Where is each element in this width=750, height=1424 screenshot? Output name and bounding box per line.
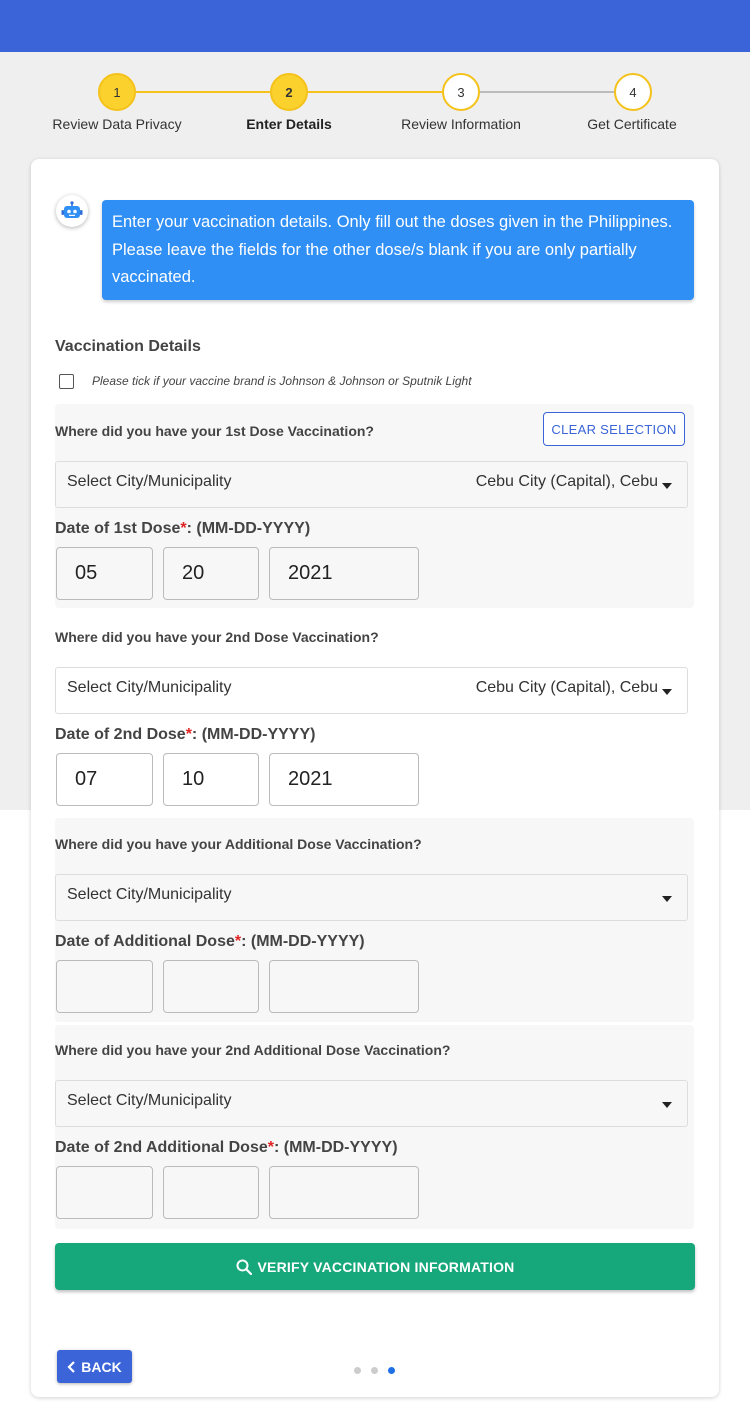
- step-1-label: Review Data Privacy: [52, 116, 182, 132]
- step-2-circle: 2: [270, 73, 308, 111]
- dose-4-question: Where did you have your 2nd Additional D…: [55, 1042, 451, 1058]
- dose-4-month-input[interactable]: [56, 1166, 153, 1219]
- robot-icon: [56, 195, 88, 227]
- pagination-dot-active: [388, 1367, 395, 1374]
- dose-1-month-input[interactable]: 05: [56, 547, 153, 600]
- chevron-down-icon: [662, 483, 672, 489]
- single-dose-checkbox[interactable]: [59, 374, 74, 389]
- dose-1-year-input[interactable]: 2021: [269, 547, 419, 600]
- section-title: Vaccination Details: [55, 338, 201, 355]
- dose-3-day-input[interactable]: [163, 960, 259, 1013]
- dose-4-date-label: Date of 2nd Additional Dose*: (MM-DD-YYY…: [55, 1139, 398, 1156]
- clear-selection-button[interactable]: CLEAR SELECTION: [543, 412, 685, 446]
- step-4-label: Get Certificate: [587, 116, 677, 132]
- step-2-label: Enter Details: [246, 116, 332, 132]
- dose-4-city-select[interactable]: Select City/Municipality: [55, 1080, 688, 1127]
- back-button-label: BACK: [81, 1358, 122, 1375]
- chevron-left-icon: [67, 1360, 76, 1373]
- dose-1-question: Where did you have your 1st Dose Vaccina…: [55, 423, 374, 439]
- pagination-dots: [354, 1367, 395, 1374]
- dose-2-day-input[interactable]: 10: [163, 753, 259, 806]
- select-placeholder: Select City/Municipality: [67, 473, 232, 490]
- dose-3-year-input[interactable]: [269, 960, 419, 1013]
- search-icon: [236, 1259, 252, 1275]
- step-3-label: Review Information: [401, 116, 521, 132]
- dose-2-city-select[interactable]: Select City/Municipality Cebu City (Capi…: [55, 667, 688, 714]
- dose-2-month-input[interactable]: 07: [56, 753, 153, 806]
- chat-message-bubble: Enter your vaccination details. Only fil…: [102, 200, 694, 300]
- step-connector: [136, 91, 270, 93]
- dose-4-day-input[interactable]: [163, 1166, 259, 1219]
- pagination-dot: [354, 1367, 361, 1374]
- step-connector: [480, 91, 614, 93]
- pagination-dot: [371, 1367, 378, 1374]
- dose-3-date-label: Date of Additional Dose*: (MM-DD-YYYY): [55, 933, 365, 950]
- step-1-circle: 1: [98, 73, 136, 111]
- dose-1-date-label: Date of 1st Dose*: (MM-DD-YYYY): [55, 520, 311, 537]
- select-value: Cebu City (Capital), Cebu: [475, 679, 658, 696]
- dose-4-year-input[interactable]: [269, 1166, 419, 1219]
- top-header-bar: [0, 0, 750, 52]
- step-3-circle: 3: [442, 73, 480, 111]
- single-dose-checkbox-label: Please tick if your vaccine brand is Joh…: [92, 374, 472, 388]
- select-placeholder: Select City/Municipality: [67, 679, 232, 696]
- verify-button-label: VERIFY VACCINATION INFORMATION: [257, 1258, 515, 1275]
- select-placeholder: Select City/Municipality: [67, 886, 232, 903]
- dose-3-city-select[interactable]: Select City/Municipality: [55, 874, 688, 921]
- dose-1-city-select[interactable]: Select City/Municipality Cebu City (Capi…: [55, 461, 688, 508]
- chevron-down-icon: [662, 896, 672, 902]
- dose-2-question: Where did you have your 2nd Dose Vaccina…: [55, 629, 379, 645]
- verify-vaccination-button[interactable]: VERIFY VACCINATION INFORMATION: [55, 1243, 695, 1290]
- back-button[interactable]: BACK: [57, 1350, 132, 1383]
- dose-3-month-input[interactable]: [56, 960, 153, 1013]
- select-value: Cebu City (Capital), Cebu: [475, 473, 658, 490]
- dose-2-date-label: Date of 2nd Dose*: (MM-DD-YYYY): [55, 726, 316, 743]
- dose-3-question: Where did you have your Additional Dose …: [55, 836, 422, 852]
- dose-2-year-input[interactable]: 2021: [269, 753, 419, 806]
- step-connector: [308, 91, 442, 93]
- dose-1-day-input[interactable]: 20: [163, 547, 259, 600]
- select-placeholder: Select City/Municipality: [67, 1092, 232, 1109]
- chevron-down-icon: [662, 689, 672, 695]
- step-4-circle: 4: [614, 73, 652, 111]
- chevron-down-icon: [662, 1102, 672, 1108]
